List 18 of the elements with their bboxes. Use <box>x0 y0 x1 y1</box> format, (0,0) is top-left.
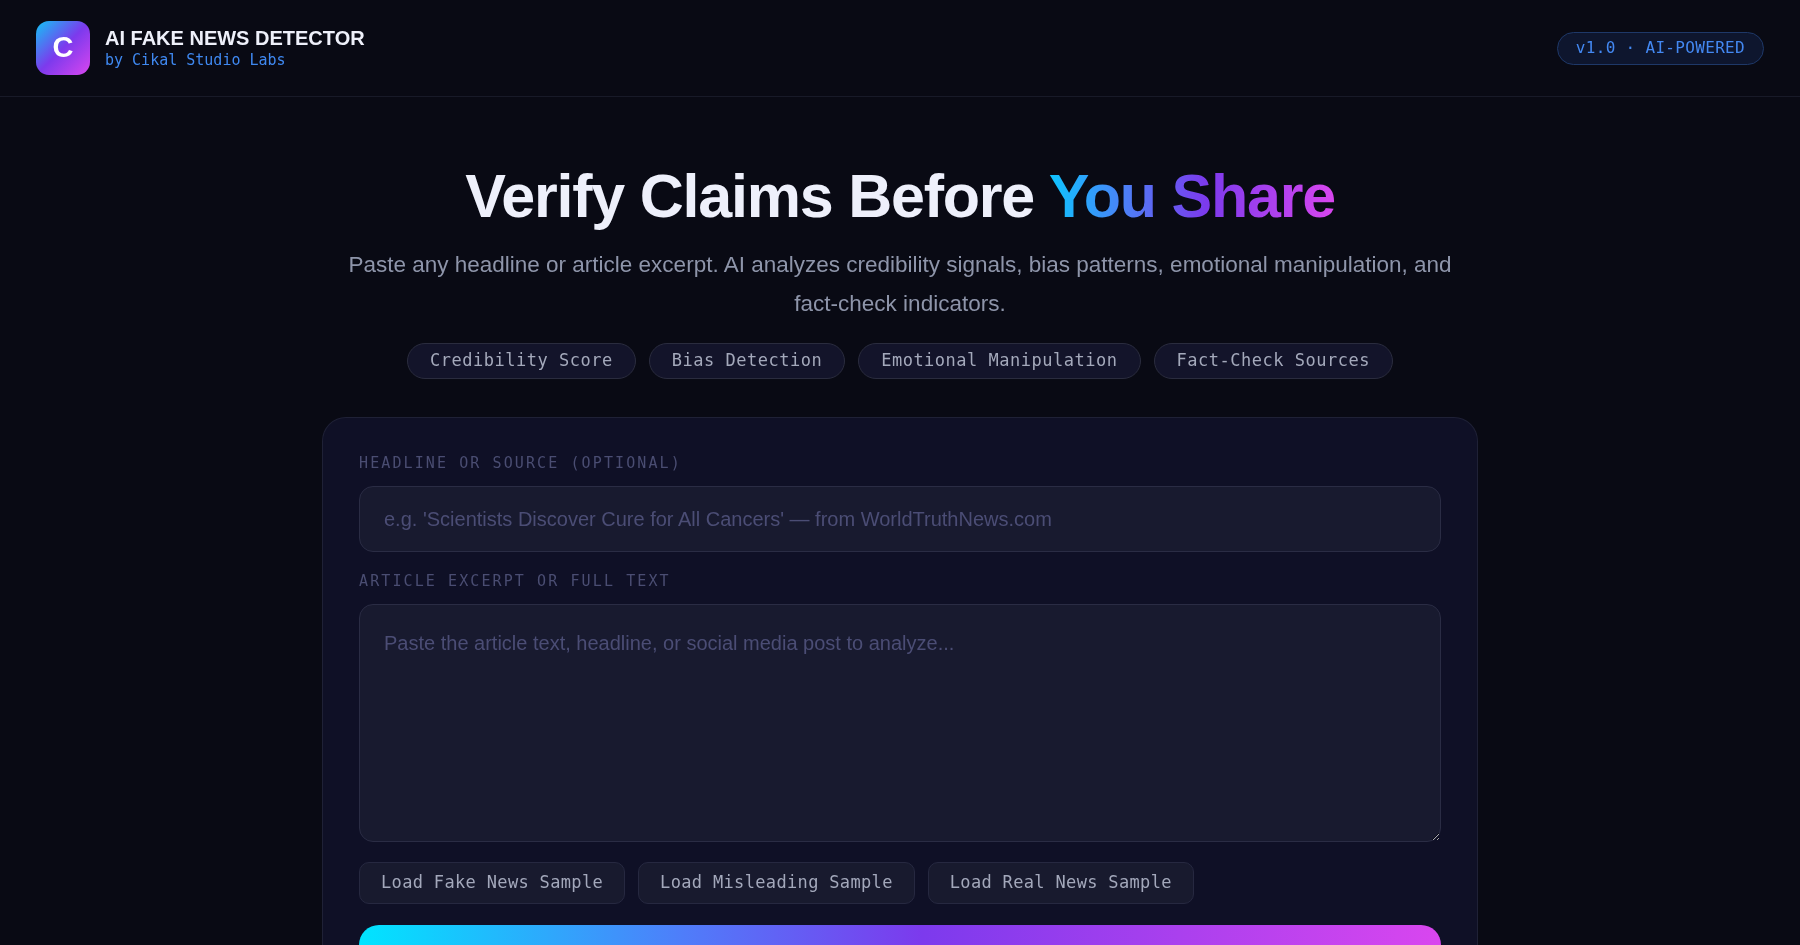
feature-chip: Emotional Manipulation <box>858 343 1141 379</box>
feature-chip: Bias Detection <box>648 343 846 379</box>
field-label: HEADLINE OR SOURCE (OPTIONAL) <box>359 453 683 473</box>
text-area-field[interactable]: Paste the article text, headline, or social media post to analyze... <box>359 604 1441 842</box>
app-logo: C <box>36 21 90 75</box>
feature-chip: Credibility Score <box>407 343 636 379</box>
field-label: ARTICLE EXCERPT OR FULL TEXT <box>359 571 672 591</box>
load-sample-button[interactable]: Load Real News Sample <box>927 862 1194 904</box>
feature-chip: Fact-Check Sources <box>1153 343 1393 379</box>
analyze-button[interactable] <box>359 925 1441 945</box>
app-title: AI FAKE NEWS DETECTOR <box>105 26 365 50</box>
load-sample-button[interactable]: Load Fake News Sample <box>359 862 626 904</box>
hero-description: Paste any headline or article excerpt. AI analyzes credibility signals, bias patterns, emotional manipulation, and fact-check indicators. <box>347 251 1453 318</box>
app-subtitle: by Cikal Studio Labs <box>105 50 287 70</box>
version-badge: v1.0 · AI-POWERED <box>1556 31 1764 65</box>
input-field[interactable]: e.g. 'Scientists Discover Cure for All Cancers' — from WorldTruthNews.com <box>359 486 1441 552</box>
hero-title: Verify Claims Before You Share <box>465 163 1335 230</box>
load-sample-button[interactable]: Load Misleading Sample <box>638 862 915 904</box>
